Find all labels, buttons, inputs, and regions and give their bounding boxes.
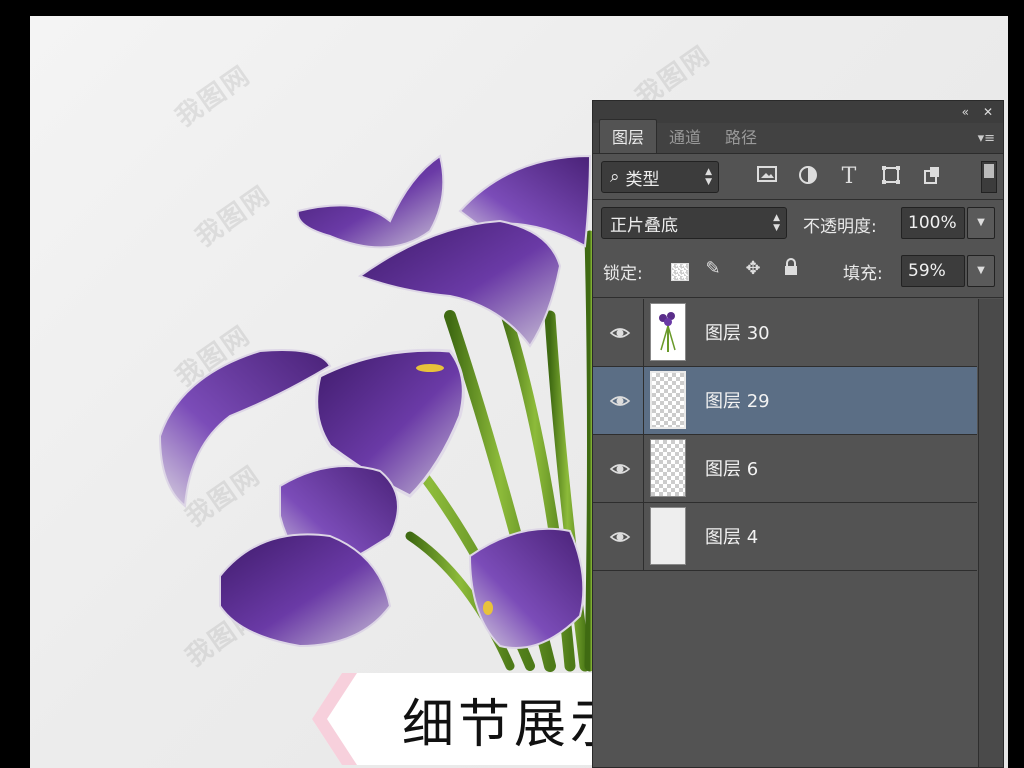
blend-mode-select[interactable]: 正片叠底 ▲ ▼ <box>601 207 787 239</box>
eye-icon[interactable] <box>609 458 631 480</box>
layers-scrollbar[interactable] <box>978 299 1003 767</box>
tab-paths[interactable]: 路径 <box>713 120 769 153</box>
lock-move-icon[interactable]: ✥ <box>741 257 765 281</box>
blend-mode-value: 正片叠底 <box>610 215 678 236</box>
tab-layers[interactable]: 图层 <box>599 119 658 153</box>
layers-panel: « ✕ 图层 通道 路径 ▾≡ ⌕ 类型 ▲ ▼ T 正片叠底 ▲ ▼ 不透明度: … <box>592 100 1004 768</box>
layers-list: 图层 30 图层 29 图层 6 图层 4 <box>593 299 977 571</box>
layer-thumbnail <box>650 303 686 361</box>
lock-transparent-icon[interactable] <box>671 263 689 281</box>
smart-object-filter-icon[interactable] <box>920 165 944 189</box>
fill-label: 填充: <box>843 264 883 284</box>
opacity-label: 不透明度: <box>803 217 877 237</box>
image-filter-icon[interactable] <box>755 165 779 189</box>
layer-row[interactable]: 图层 6 <box>593 435 977 503</box>
layer-name: 图层 6 <box>705 459 759 480</box>
layer-name: 图层 4 <box>705 527 759 548</box>
eye-icon[interactable] <box>609 390 631 412</box>
fill-input[interactable]: 59% <box>901 255 965 287</box>
fill-dropdown-icon[interactable]: ▼ <box>967 255 995 287</box>
collapse-icon[interactable]: « <box>962 105 969 119</box>
search-icon: ⌕ <box>610 167 620 187</box>
layer-row[interactable]: 图层 30 <box>593 299 977 367</box>
chevron-updown-icon: ▲ ▼ <box>705 167 712 187</box>
eye-icon[interactable] <box>609 526 631 548</box>
layer-row[interactable]: 图层 29 <box>593 367 977 435</box>
chevron-updown-icon: ▲ ▼ <box>773 213 780 233</box>
eye-icon[interactable] <box>609 322 631 344</box>
close-icon[interactable]: ✕ <box>983 105 993 119</box>
layer-thumbnail <box>650 507 686 565</box>
lock-paint-icon[interactable]: ✎ <box>701 257 725 281</box>
layer-name: 图层 30 <box>705 323 770 344</box>
layer-row[interactable]: 图层 4 <box>593 503 977 571</box>
layer-thumbnail <box>650 439 686 497</box>
opacity-input[interactable]: 100% <box>901 207 965 239</box>
adjustment-filter-icon[interactable] <box>796 165 820 189</box>
type-filter-icon[interactable]: T <box>837 165 861 189</box>
layer-filter-select[interactable]: ⌕ 类型 ▲ ▼ <box>601 161 719 193</box>
shape-filter-icon[interactable] <box>879 165 903 189</box>
lock-all-icon[interactable] <box>779 257 803 281</box>
opacity-dropdown-icon[interactable]: ▼ <box>967 207 995 239</box>
tab-channels[interactable]: 通道 <box>657 120 713 153</box>
lock-label: 锁定: <box>603 264 643 284</box>
filter-toggle[interactable] <box>981 161 997 193</box>
layer-thumbnail <box>650 371 686 429</box>
layer-filter-label: 类型 <box>625 169 660 190</box>
panel-tabs: 图层 通道 路径 ▾≡ <box>593 119 1003 154</box>
panel-menu-icon[interactable]: ▾≡ <box>978 131 995 146</box>
layer-name: 图层 29 <box>705 391 770 412</box>
